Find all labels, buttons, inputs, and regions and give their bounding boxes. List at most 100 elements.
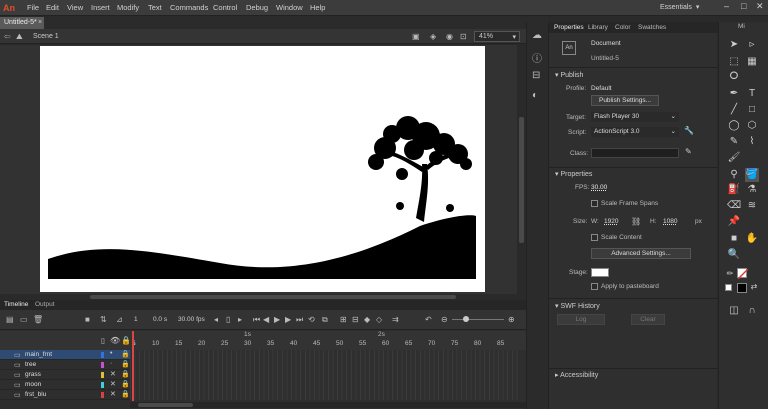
fill-color-swatch[interactable] xyxy=(737,283,747,293)
frame-grid[interactable] xyxy=(130,350,518,400)
undo-icon[interactable]: ↶ xyxy=(425,315,432,324)
dot-icon[interactable]: · xyxy=(110,360,112,367)
menu-help[interactable]: Help xyxy=(310,3,325,12)
object-drawing-icon[interactable]: ◫ xyxy=(727,304,741,318)
rectangle-tool-icon[interactable]: □ xyxy=(745,103,759,117)
lock-icon[interactable]: 🔒 xyxy=(121,350,130,358)
cc-libraries-icon[interactable]: ☁ xyxy=(532,30,542,41)
properties-section[interactable]: ▾ Properties xyxy=(555,170,592,178)
snap-icon[interactable]: ∩ xyxy=(745,304,759,318)
zoom-tool-icon[interactable]: 🔍 xyxy=(727,248,741,262)
layer-color[interactable] xyxy=(101,362,104,368)
stroke-color-icon[interactable]: ✏ xyxy=(723,267,737,281)
scale-content-checkbox[interactable] xyxy=(591,234,598,241)
scale-spans-checkbox[interactable] xyxy=(591,200,598,207)
line-tool-icon[interactable]: ╱ xyxy=(727,103,741,117)
pen-tool-icon[interactable]: ✒ xyxy=(727,87,741,101)
stroke-color-swatch[interactable] xyxy=(737,268,749,280)
blank-keyframe-icon[interactable]: ◇ xyxy=(376,315,382,324)
loop-icon[interactable]: ⟲ xyxy=(308,315,315,324)
lock-icon[interactable]: 🔒 xyxy=(121,380,130,388)
layer-row[interactable]: ▭ frst_blu ✕ 🔒 xyxy=(0,390,130,400)
motion-presets-icon[interactable]: ◐ xyxy=(532,90,538,101)
keyframe-icon[interactable]: ◆ xyxy=(364,315,370,324)
swf-history-section[interactable]: ▾ SWF History xyxy=(555,302,600,310)
layer-name[interactable]: moon xyxy=(25,381,41,388)
clear-button[interactable]: Clear xyxy=(631,314,665,325)
delete-icon[interactable]: 🗑 xyxy=(33,315,43,324)
vertical-scroll-thumb[interactable] xyxy=(519,117,524,243)
insert-frame-icon[interactable]: ⊟ xyxy=(352,315,359,324)
width-tool-icon[interactable]: ≋ xyxy=(745,199,759,213)
tween-icon[interactable]: ⇉ xyxy=(392,315,399,324)
polystar-tool-icon[interactable]: ⬡ xyxy=(745,119,759,133)
new-folder-icon[interactable]: ▭ xyxy=(20,315,28,324)
first-frame-icon[interactable]: ⏮ xyxy=(253,315,260,325)
gradient-transform-icon[interactable]: ▦ xyxy=(745,55,759,69)
link-icon[interactable]: ⛓ xyxy=(631,217,641,226)
bone-tool-icon[interactable]: ⚲ xyxy=(727,168,741,182)
next-keyframe-icon[interactable]: ▸ xyxy=(238,315,242,324)
class-input[interactable] xyxy=(591,148,679,158)
align-icon[interactable]: ⊟ xyxy=(532,70,540,81)
close-icon[interactable]: ✕ xyxy=(756,1,764,12)
brush-tool-icon[interactable]: 🖌 xyxy=(727,151,741,165)
subselection-tool-icon[interactable]: ▹ xyxy=(745,38,759,52)
lock-icon[interactable]: 🔒 xyxy=(121,370,130,378)
timeline-zoom-handle[interactable] xyxy=(463,316,469,322)
hand-tool-icon[interactable]: ✋ xyxy=(745,232,759,246)
log-button[interactable]: Log xyxy=(557,314,605,325)
onion-skin-icon[interactable]: ⧉ xyxy=(322,315,328,325)
advanced-settings-button[interactable]: Advanced Settings... xyxy=(591,248,691,259)
zoom-in-icon[interactable]: ⊕ xyxy=(508,315,515,324)
lock-icon[interactable]: 🔒 xyxy=(121,360,130,368)
menu-commands[interactable]: Commands xyxy=(170,3,208,12)
step-forward-icon[interactable]: ▶ xyxy=(285,315,291,324)
edit-multiple-icon[interactable]: ⊞ xyxy=(340,315,347,324)
eyedropper-icon[interactable]: ⚗ xyxy=(745,183,759,197)
pencil-tool-icon[interactable]: ✎ xyxy=(727,135,741,149)
camera-tool-icon[interactable]: ■ xyxy=(727,232,741,246)
layer-row[interactable]: ▭ main_frnt • 🔒 xyxy=(0,350,130,360)
hidden-x-icon[interactable]: ✕ xyxy=(110,380,116,388)
layer-name[interactable]: main_frnt xyxy=(25,351,52,358)
edit-class-icon[interactable]: ✎ xyxy=(685,147,692,156)
prev-keyframe-icon[interactable]: ◂ xyxy=(214,315,218,324)
layer-name[interactable]: frst_blu xyxy=(25,391,46,398)
tab-library[interactable]: Library xyxy=(588,24,608,31)
hidden-x-icon[interactable]: ✕ xyxy=(110,370,116,378)
layer-name[interactable]: tree xyxy=(25,361,36,368)
tab-timeline[interactable]: Timeline xyxy=(4,301,28,308)
wrench-icon[interactable]: 🔧 xyxy=(684,126,694,135)
menu-file[interactable]: File xyxy=(27,3,39,12)
frame-ruler[interactable]: 1s 2s 1 5 10 15 20 25 30 35 40 45 50 55 … xyxy=(130,331,526,350)
layer-color[interactable] xyxy=(101,352,104,358)
lock-icon[interactable]: 🔒 xyxy=(121,390,130,398)
text-tool-icon[interactable]: T xyxy=(745,87,759,101)
frame-rate[interactable]: 30.00 fps xyxy=(178,316,205,323)
workspace-switcher[interactable]: Essentials ▾ xyxy=(660,2,716,14)
new-layer-icon[interactable]: ▤ xyxy=(6,315,14,324)
publish-settings-button[interactable]: Publish Settings... xyxy=(591,95,659,106)
paint-bucket-icon[interactable]: 🪣 xyxy=(745,168,759,182)
oval-tool-icon[interactable]: ◯ xyxy=(727,119,741,133)
camera-icon[interactable]: ■ xyxy=(85,315,90,324)
stage-area[interactable] xyxy=(0,45,518,295)
close-tab-icon[interactable]: × xyxy=(38,19,42,26)
eraser-tool-icon[interactable]: ⌫ xyxy=(727,199,741,213)
tab-output[interactable]: Output xyxy=(35,301,55,308)
minimize-icon[interactable]: – xyxy=(724,1,729,11)
menu-debug[interactable]: Debug xyxy=(246,3,268,12)
tab-color[interactable]: Color xyxy=(615,24,631,31)
timeline-scroll-thumb[interactable] xyxy=(138,403,193,407)
publish-section[interactable]: ▾ Publish xyxy=(555,71,583,79)
clip-icon[interactable]: ◈ xyxy=(430,32,436,41)
script-select[interactable]: ActionScript 3.0 ⌄ xyxy=(591,127,679,137)
swap-colors-icon[interactable] xyxy=(725,284,732,291)
menu-modify[interactable]: Modify xyxy=(117,3,139,12)
accessibility-section[interactable]: ▸ Accessibility xyxy=(555,371,598,379)
layer-row[interactable]: ▭ tree · 🔒 xyxy=(0,360,130,370)
edit-symbol-icon[interactable]: ◉ xyxy=(446,32,453,41)
pin-tool-icon[interactable]: 📌 xyxy=(727,215,741,229)
menu-insert[interactable]: Insert xyxy=(91,3,110,12)
